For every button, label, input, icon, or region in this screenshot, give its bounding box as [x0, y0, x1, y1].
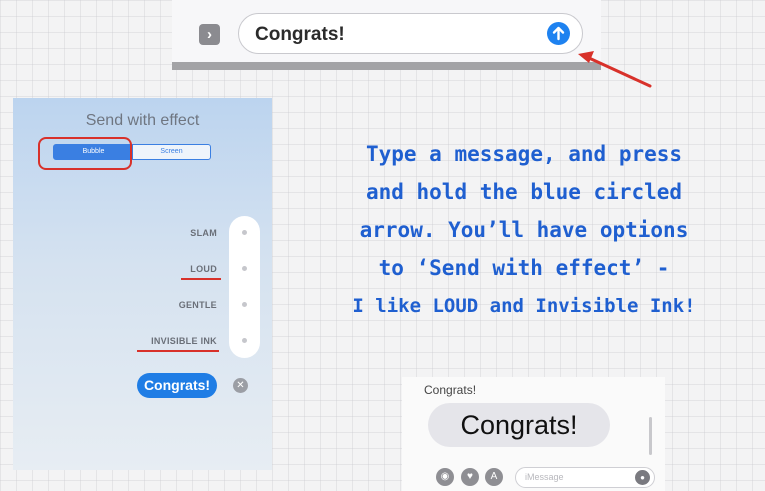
send-with-effect-panel: Send with effect Bubble Screen SLAM LOUD… — [13, 98, 272, 470]
instruction-line-2: and hold the blue circled — [365, 180, 683, 204]
effect-invisible-ink-label[interactable]: INVISIBLE INK — [151, 336, 217, 346]
loud-example-screenshot: Congrats! Congrats! ◉ ♥ A iMessage ● — [402, 377, 665, 491]
invisible-ink-underline — [137, 350, 219, 352]
effect-loud-label[interactable]: LOUD — [190, 264, 217, 274]
effect-loud-dot[interactable] — [242, 266, 247, 271]
loud-underline — [181, 278, 221, 280]
effect-slam-dot[interactable] — [242, 230, 247, 235]
effect-gentle-label[interactable]: GENTLE — [179, 300, 217, 310]
instruction-line-5: I like LOUD and Invisible Ink! — [352, 295, 696, 317]
instruction-line-1: Type a message, and press — [365, 142, 683, 166]
instruction-text: Type a message, and press and hold the b… — [284, 135, 764, 325]
effect-gentle-dot[interactable] — [242, 302, 247, 307]
instruction-line-4: to ‘Send with effect’ - — [378, 256, 670, 280]
camera-icon[interactable]: ◉ — [436, 468, 454, 486]
example-loud-bubble: Congrats! — [428, 403, 610, 447]
instruction-line-3: arrow. You’ll have options — [359, 218, 689, 242]
example-toolbar: ◉ ♥ A iMessage ● — [402, 465, 665, 491]
microphone-icon[interactable]: ● — [635, 470, 650, 485]
app-store-icon[interactable]: A — [485, 468, 503, 486]
example-scrollbar[interactable] — [649, 417, 652, 455]
close-icon[interactable]: ✕ — [233, 378, 248, 393]
effect-invisible-ink-dot[interactable] — [242, 338, 247, 343]
bubble-highlight-ring — [38, 137, 132, 170]
effect-panel-title: Send with effect — [85, 112, 200, 129]
preview-message-bubble: Congrats! — [137, 373, 217, 398]
tab-screen[interactable]: Screen — [133, 145, 210, 159]
example-small-message: Congrats! — [424, 383, 477, 397]
example-imessage-input[interactable]: iMessage ● — [515, 467, 655, 488]
example-input-placeholder: iMessage — [525, 472, 564, 482]
digital-touch-icon[interactable]: ♥ — [461, 468, 479, 486]
effect-slam-label[interactable]: SLAM — [190, 228, 217, 238]
effect-selector-track[interactable] — [229, 216, 260, 358]
